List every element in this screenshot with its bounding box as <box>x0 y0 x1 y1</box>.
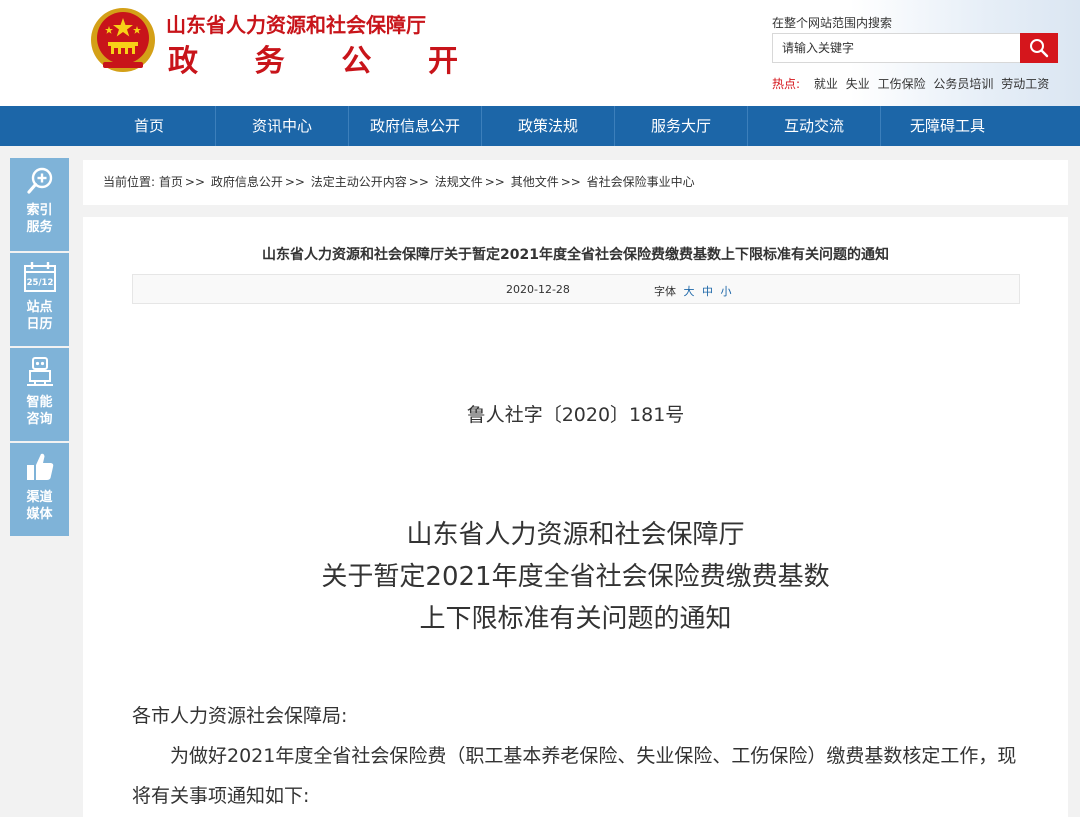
document-title: 山东省人力资源和社会保障厅 关于暂定2021年度全省社会保险费缴费基数 上下限标… <box>83 514 1068 640</box>
nav-item-service-hall[interactable]: 服务大厅 <box>615 106 748 146</box>
sidebar-item-calendar[interactable]: 25/12 站点日历 <box>10 253 69 346</box>
document-title-line: 山东省人力资源和社会保障厅 <box>406 520 745 550</box>
site-subtitle: 政 务 公 开 <box>168 36 458 80</box>
search-hint: 在整个网站范围内搜索 <box>772 16 893 30</box>
document-salutation: 各市人力资源社会保障局: <box>132 705 348 727</box>
nav-item-news[interactable]: 资讯中心 <box>216 106 349 146</box>
breadcrumb-item[interactable]: 省社会保险事业中心 <box>587 175 695 189</box>
nav-item-gov-info[interactable]: 政府信息公开 <box>349 106 482 146</box>
font-size-label: 字体 <box>654 285 676 298</box>
robot-icon <box>26 357 53 386</box>
calendar-icon: 25/12 <box>23 262 56 292</box>
document-body-paragraph: 为做好2021年度全省社会保险费（职工基本养老保险、失业保险、工伤保险）缴费基数… <box>132 745 1017 807</box>
sidebar-item-label: 站点日历 <box>26 300 53 332</box>
site-subtitle-char: 政 <box>168 44 198 79</box>
breadcrumb-home[interactable]: 首页 <box>159 175 183 189</box>
font-size-control: 字体 大 中 小 <box>654 283 732 299</box>
article-title: 山东省人力资源和社会保障厅关于暂定2021年度全省社会保险费缴费基数上下限标准有… <box>262 247 889 263</box>
main-nav: 首页 资讯中心 政府信息公开 政策法规 服务大厅 互动交流 无障碍工具 <box>0 106 1080 146</box>
national-emblem-icon <box>91 8 155 72</box>
article-date: 2020-12-28 <box>506 283 570 296</box>
floating-sidebar: 索引服务 25/12 站点日历 智能咨询 渠道媒体 <box>10 158 69 538</box>
breadcrumb-prefix: 当前位置: <box>103 175 156 189</box>
hot-link[interactable]: 公务员培训 <box>933 77 993 91</box>
font-size-medium-button[interactable]: 中 <box>702 285 713 298</box>
breadcrumb-item[interactable]: 法规文件 <box>435 175 483 189</box>
document-number: 鲁人社字〔2020〕181号 <box>466 404 685 426</box>
hot-link[interactable]: 劳动工资 <box>1001 77 1049 91</box>
font-size-small-button[interactable]: 小 <box>721 285 732 298</box>
nav-item-interaction[interactable]: 互动交流 <box>748 106 881 146</box>
sidebar-item-label: 渠道媒体 <box>26 490 53 522</box>
nav-item-policy[interactable]: 政策法规 <box>482 106 615 146</box>
hot-keywords: 热点: 就业 失业 工伤保险 公务员培训 劳动工资 <box>772 75 1053 92</box>
font-size-large-button[interactable]: 大 <box>684 285 695 298</box>
breadcrumb-separator: >> <box>408 175 429 189</box>
search-input[interactable] <box>773 34 1019 62</box>
article: 山东省人力资源和社会保障厅关于暂定2021年度全省社会保险费缴费基数上下限标准有… <box>83 217 1068 817</box>
search-box <box>772 33 1058 63</box>
calendar-date-badge: 25/12 <box>26 278 53 288</box>
site-subtitle-char: 开 <box>427 44 458 79</box>
zoom-in-icon <box>26 167 52 194</box>
sidebar-item-media[interactable]: 渠道媒体 <box>10 443 69 536</box>
breadcrumb-separator: >> <box>284 175 305 189</box>
document-title-line: 关于暂定2021年度全省社会保险费缴费基数 <box>321 562 830 592</box>
sidebar-item-label: 索引服务 <box>26 203 53 235</box>
site-subtitle-char: 务 <box>254 44 285 79</box>
sidebar-item-index-service[interactable]: 索引服务 <box>10 158 69 251</box>
nav-item-home[interactable]: 首页 <box>83 106 216 146</box>
breadcrumb-item[interactable]: 法定主动公开内容 <box>311 175 407 189</box>
hot-label: 热点: <box>772 77 801 91</box>
sidebar-item-smart-consult[interactable]: 智能咨询 <box>10 348 69 441</box>
hot-link[interactable]: 工伤保险 <box>878 77 926 91</box>
site-subtitle-char: 公 <box>341 44 372 79</box>
search-button[interactable] <box>1020 33 1058 63</box>
hot-link[interactable]: 失业 <box>846 77 870 91</box>
breadcrumb-item[interactable]: 其他文件 <box>511 175 559 189</box>
thumbs-up-icon <box>26 453 53 480</box>
search-icon <box>1030 39 1049 58</box>
sidebar-item-label: 智能咨询 <box>26 395 53 427</box>
document-title-line: 上下限标准有关问题的通知 <box>419 604 732 634</box>
article-meta-bar: 2020-12-28 字体 大 中 小 <box>132 274 1020 304</box>
breadcrumb-item[interactable]: 政府信息公开 <box>211 175 283 189</box>
breadcrumb-separator: >> <box>484 175 505 189</box>
breadcrumb: 当前位置: 首页 >> 政府信息公开 >> 法定主动公开内容 >> 法规文件 >> 其他… <box>83 160 1068 205</box>
site-name: 山东省人力资源和社会保障厅 <box>166 13 426 37</box>
nav-item-accessibility[interactable]: 无障碍工具 <box>881 106 1014 146</box>
breadcrumb-separator: >> <box>184 175 205 189</box>
site-header: 山东省人力资源和社会保障厅 政 务 公 开 在整个网站范围内搜索 热点: 就业 … <box>0 0 1080 106</box>
hot-link[interactable]: 就业 <box>814 77 838 91</box>
breadcrumb-separator: >> <box>560 175 581 189</box>
